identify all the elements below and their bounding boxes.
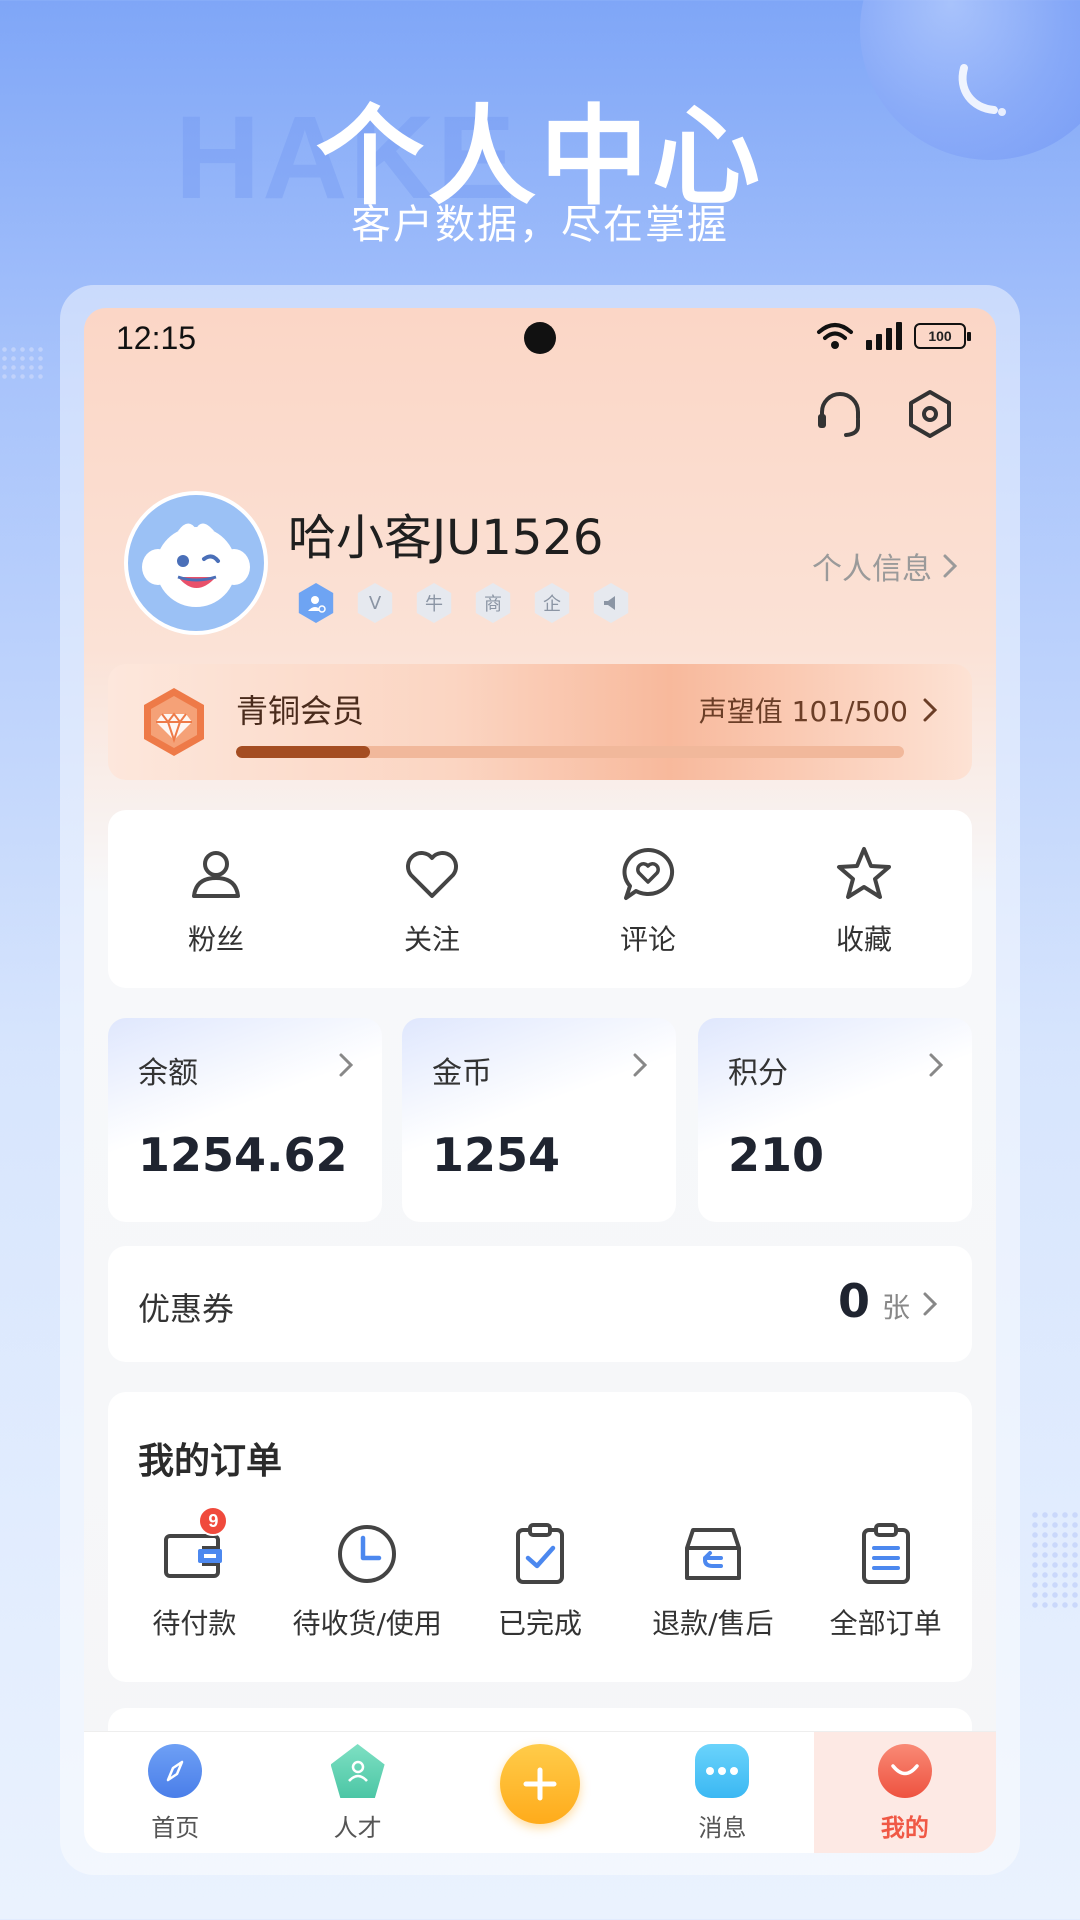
balance-label: 余额 — [138, 1056, 198, 1091]
qi-badge[interactable]: 企 — [534, 583, 570, 623]
fans-label: 粉丝 — [187, 923, 244, 956]
comments-button[interactable]: 评论 — [540, 810, 756, 988]
reputation-progress-fill — [236, 746, 370, 758]
signal-icon — [866, 322, 902, 350]
member-level: 青铜会员 — [236, 692, 365, 730]
user-icon — [192, 851, 240, 898]
chevron-right-icon — [633, 1053, 648, 1077]
reputation-link[interactable]: 声望值 101/500 — [699, 690, 938, 730]
avatar[interactable] — [124, 491, 268, 635]
pending-receipt-label: 待收货/使用 — [292, 1607, 442, 1640]
bottom-tab-bar: 首页 人才 消息 我的 — [84, 1731, 996, 1853]
coupon-unit: 张 — [881, 1291, 910, 1324]
bronze-gem-icon — [144, 688, 204, 756]
battery-icon: 100 — [914, 323, 971, 349]
status-bar: 12:15 100 — [84, 308, 996, 368]
chevron-right-icon — [923, 698, 938, 722]
tab-talent[interactable]: 人才 — [266, 1732, 448, 1853]
star-icon — [837, 847, 891, 899]
personal-info-label: 个人信息 — [812, 552, 932, 587]
following-button[interactable]: 关注 — [324, 810, 540, 988]
points-card[interactable]: 积分 210 — [698, 1018, 972, 1222]
v-badge[interactable]: V — [357, 583, 393, 623]
chevron-right-icon — [929, 1053, 944, 1077]
orders-title: 我的订单 — [138, 1441, 283, 1482]
tab-messages[interactable]: 消息 — [631, 1732, 813, 1853]
comments-label: 评论 — [619, 923, 676, 956]
tab-me-label: 我的 — [880, 1814, 929, 1842]
status-time: 12:15 — [116, 320, 197, 356]
tab-home-label: 首页 — [151, 1814, 200, 1842]
return-box-icon — [684, 1528, 741, 1580]
comment-heart-icon — [622, 847, 675, 900]
smile-icon — [877, 1744, 932, 1798]
compass-icon — [148, 1744, 203, 1798]
chevron-right-icon — [943, 554, 958, 578]
plus-icon — [500, 1744, 581, 1824]
clock-icon — [338, 1525, 397, 1583]
niu-badge[interactable]: 牛 — [416, 583, 452, 623]
camera-hole — [524, 322, 556, 354]
balance-value: 1254.62 — [138, 1128, 348, 1182]
refund-label: 退款/售后 — [652, 1607, 774, 1640]
fans-button[interactable]: 粉丝 — [108, 810, 324, 988]
my-orders-card: 我的订单 9 待付款 待收货/使用 已完成 退款/售后 全部订单 — [108, 1392, 972, 1682]
balance-card[interactable]: 余额 1254.62 — [108, 1018, 382, 1222]
decorative-dots — [1030, 1510, 1080, 1610]
personal-info-link[interactable]: 个人信息 — [812, 544, 958, 588]
all-orders-label: 全部订单 — [829, 1607, 942, 1640]
top-actions — [812, 386, 958, 442]
tab-publish[interactable] — [449, 1732, 631, 1853]
coupon-label: 优惠券 — [138, 1290, 235, 1328]
social-stats-card: 粉丝 关注 评论 收藏 — [108, 810, 972, 988]
completed-label: 已完成 — [497, 1607, 582, 1640]
username: 哈小客JU1526 — [288, 510, 604, 566]
order-refund[interactable]: 退款/售后 — [626, 1520, 799, 1642]
wifi-icon — [817, 323, 853, 349]
clipboard-check-icon — [515, 1523, 564, 1584]
settings-icon[interactable] — [902, 386, 958, 442]
chevron-right-icon — [923, 1292, 938, 1316]
megaphone-badge-icon[interactable] — [593, 583, 629, 623]
order-completed[interactable]: 已完成 — [454, 1520, 627, 1642]
reputation-label: 声望值 101/500 — [698, 695, 908, 728]
talent-icon — [330, 1744, 385, 1798]
order-pending-receipt[interactable]: 待收货/使用 — [281, 1520, 454, 1642]
order-pending-payment[interactable]: 9 待付款 — [108, 1506, 281, 1642]
verified-badge-icon[interactable] — [298, 583, 334, 623]
tab-messages-label: 消息 — [698, 1814, 747, 1842]
following-label: 关注 — [403, 923, 460, 956]
membership-card[interactable]: 青铜会员 声望值 101/500 — [108, 664, 972, 780]
monkey-avatar-icon — [142, 523, 250, 607]
heart-icon — [406, 851, 458, 898]
reputation-progress-bar — [236, 746, 904, 758]
tab-talent-label: 人才 — [333, 1814, 382, 1842]
favorites-label: 收藏 — [835, 923, 892, 956]
coins-value: 1254 — [432, 1128, 561, 1182]
decorative-dots — [0, 345, 44, 381]
customer-service-icon[interactable] — [812, 386, 868, 442]
coupon-count-group: 0 张 — [838, 1274, 938, 1328]
pending-payment-label: 待付款 — [152, 1607, 237, 1640]
status-icons: 100 — [816, 322, 971, 350]
tab-home[interactable]: 首页 — [84, 1732, 266, 1853]
order-all[interactable]: 全部订单 — [799, 1520, 972, 1642]
phone-screen: 12:15 100 哈小客JU1526 V 牛 商 企 个人信息 青铜会员 声望… — [84, 308, 996, 1853]
points-value: 210 — [728, 1128, 825, 1182]
chat-icon — [695, 1744, 750, 1798]
chevron-right-icon — [339, 1053, 354, 1077]
clipboard-list-icon — [861, 1523, 910, 1584]
coins-card[interactable]: 金币 1254 — [402, 1018, 676, 1222]
points-label: 积分 — [728, 1056, 788, 1091]
shang-badge[interactable]: 商 — [475, 583, 511, 623]
coins-label: 金币 — [432, 1056, 492, 1091]
badge-row: V 牛 商 企 — [296, 583, 631, 623]
favorites-button[interactable]: 收藏 — [756, 810, 972, 988]
coupon-row[interactable]: 优惠券 0 张 — [108, 1246, 972, 1362]
hero-subtitle: 客户数据，尽在掌握 — [351, 202, 729, 248]
order-status-row: 9 待付款 待收货/使用 已完成 退款/售后 全部订单 — [108, 1506, 972, 1642]
tab-me[interactable]: 我的 — [813, 1732, 996, 1853]
coupon-count: 0 — [837, 1274, 870, 1328]
